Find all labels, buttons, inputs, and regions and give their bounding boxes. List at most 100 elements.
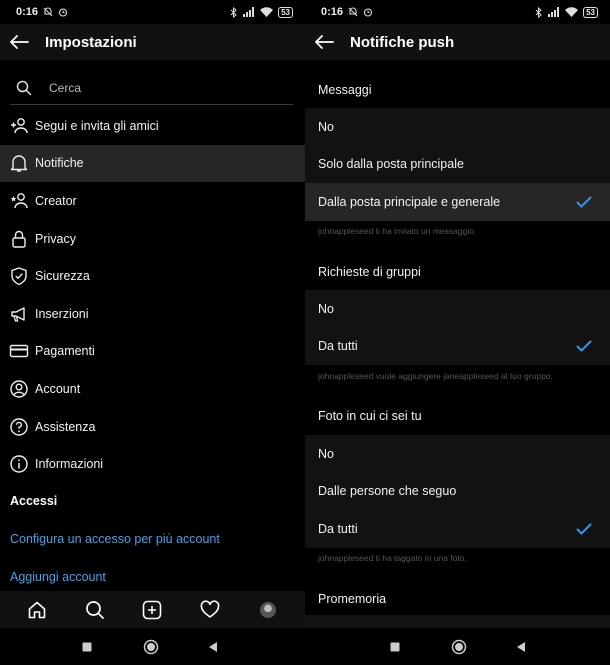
group-title-reminders: Promemoria	[318, 592, 387, 606]
option-label: Dalla posta principale e generale	[318, 194, 501, 209]
triangle-back-icon	[209, 641, 217, 652]
menu-item-creator[interactable]: Creator	[0, 182, 305, 220]
recents-button[interactable]	[380, 628, 410, 665]
back-button[interactable]	[3, 26, 35, 58]
menu-label: Sicurezza	[35, 269, 90, 284]
settings-menu: Segui e invita gli amici Notifiche Creat…	[0, 107, 305, 483]
arrow-left-icon	[315, 35, 334, 49]
status-time: 0:16	[321, 6, 344, 18]
push-notifications-screen: 0:16 53 Notifiche push Messaggi No Solo …	[305, 0, 610, 628]
alarm-icon	[58, 8, 68, 17]
home-button[interactable]	[444, 628, 474, 665]
menu-label: Pagamenti	[35, 344, 95, 359]
shield-icon	[11, 267, 27, 286]
square-icon	[82, 642, 92, 651]
wifi-icon	[565, 7, 579, 17]
menu-item-account[interactable]: Account	[0, 370, 305, 408]
heart-icon	[200, 599, 220, 618]
status-bar: 0:16 53	[305, 0, 610, 24]
option-group-requests-everyone[interactable]: Da tutti	[305, 327, 610, 365]
add-account-link[interactable]: Aggiungi account	[10, 570, 106, 584]
page-title: Impostazioni	[45, 33, 137, 51]
menu-item-security[interactable]: Sicurezza	[0, 257, 305, 295]
hint-messages: johnappleseed ti ha inviato un messaggio…	[318, 226, 477, 236]
option-label: No	[318, 119, 334, 134]
system-navigation-bar	[0, 628, 610, 665]
option-label: Dalle persone che seguo	[318, 484, 457, 499]
option-label: Solo dalla posta principale	[318, 157, 464, 172]
creator-icon	[10, 193, 28, 209]
option-label: No	[318, 446, 334, 461]
section-header-logins: Accessi	[10, 494, 58, 508]
app-bar: Impostazioni	[0, 24, 305, 60]
dnd-icon	[348, 7, 358, 17]
hint-photos: johnappleseed ti ha taggato in una foto.	[318, 553, 467, 563]
menu-item-payments[interactable]: Pagamenti	[0, 333, 305, 371]
menu-item-help[interactable]: Assistenza	[0, 408, 305, 446]
multi-account-login-link[interactable]: Configura un accesso per più account	[10, 532, 220, 546]
option-messages-primary-general[interactable]: Dalla posta principale e generale	[305, 183, 610, 221]
option-messages-primary[interactable]: Solo dalla posta principale	[305, 145, 610, 183]
option-messages-off[interactable]: No	[305, 108, 610, 146]
bell-icon	[10, 155, 28, 173]
checkmark-icon	[576, 196, 592, 208]
bluetooth-icon	[230, 6, 237, 18]
add-person-icon	[11, 117, 28, 133]
signal-icon	[548, 7, 560, 17]
help-icon	[10, 417, 28, 436]
back-system-button[interactable]	[506, 628, 536, 665]
wifi-icon	[260, 7, 274, 17]
lock-icon	[12, 230, 26, 248]
account-icon	[10, 380, 28, 398]
nav-search[interactable]	[80, 595, 110, 625]
page-title: Notifiche push	[350, 33, 455, 51]
signal-icon	[243, 7, 255, 17]
menu-label: Account	[35, 381, 81, 396]
option-label: Da tutti	[318, 521, 358, 536]
menu-item-invite[interactable]: Segui e invita gli amici	[0, 107, 305, 145]
menu-label: Notifiche	[35, 156, 84, 171]
nav-home[interactable]	[22, 595, 52, 625]
home-button[interactable]	[136, 628, 166, 665]
menu-item-notifications[interactable]: Notifiche	[0, 144, 305, 183]
home-icon	[28, 601, 46, 618]
circle-icon	[143, 639, 159, 654]
arrow-left-icon	[10, 35, 29, 49]
megaphone-icon	[11, 307, 25, 322]
checkmark-icon	[576, 523, 592, 535]
checkmark-icon	[576, 340, 592, 353]
menu-label: Privacy	[35, 231, 76, 246]
circle-icon	[451, 639, 467, 654]
option-photos-everyone[interactable]: Da tutti	[305, 510, 610, 548]
dnd-icon	[43, 7, 53, 17]
search-input[interactable]: Cerca	[10, 72, 293, 105]
alarm-icon	[363, 8, 373, 17]
menu-item-about[interactable]: Informazioni	[0, 445, 305, 483]
battery-indicator: 53	[278, 6, 293, 18]
option-group-requests-off[interactable]: No	[305, 290, 610, 328]
option-label: No	[318, 301, 334, 316]
group-title-photos-of-you: Foto in cui ci sei tu	[318, 409, 422, 423]
back-button[interactable]	[308, 26, 340, 58]
group-title-group-requests: Richieste di gruppi	[318, 265, 421, 279]
settings-screen: 0:16 53 Impostazioni Cerca Segui e invit…	[0, 0, 305, 628]
menu-item-ads[interactable]: Inserzioni	[0, 295, 305, 333]
recents-button[interactable]	[72, 628, 102, 665]
nav-activity[interactable]	[195, 595, 225, 625]
search-icon	[16, 80, 32, 96]
option-label: Da tutti	[318, 339, 358, 354]
option-photos-following[interactable]: Dalle persone che seguo	[305, 472, 610, 510]
menu-label: Segui e invita gli amici	[35, 118, 159, 133]
menu-item-privacy[interactable]: Privacy	[0, 220, 305, 258]
menu-label: Inserzioni	[35, 306, 89, 321]
option-photos-off[interactable]: No	[305, 435, 610, 473]
search-placeholder: Cerca	[49, 81, 82, 95]
app-bar: Notifiche push	[305, 24, 610, 60]
avatar	[260, 601, 277, 618]
bottom-navigation	[0, 591, 305, 628]
status-bar: 0:16 53	[0, 0, 305, 24]
back-system-button[interactable]	[198, 628, 228, 665]
nav-create[interactable]	[137, 595, 167, 625]
nav-profile[interactable]	[253, 595, 283, 625]
plus-square-icon	[143, 600, 162, 619]
